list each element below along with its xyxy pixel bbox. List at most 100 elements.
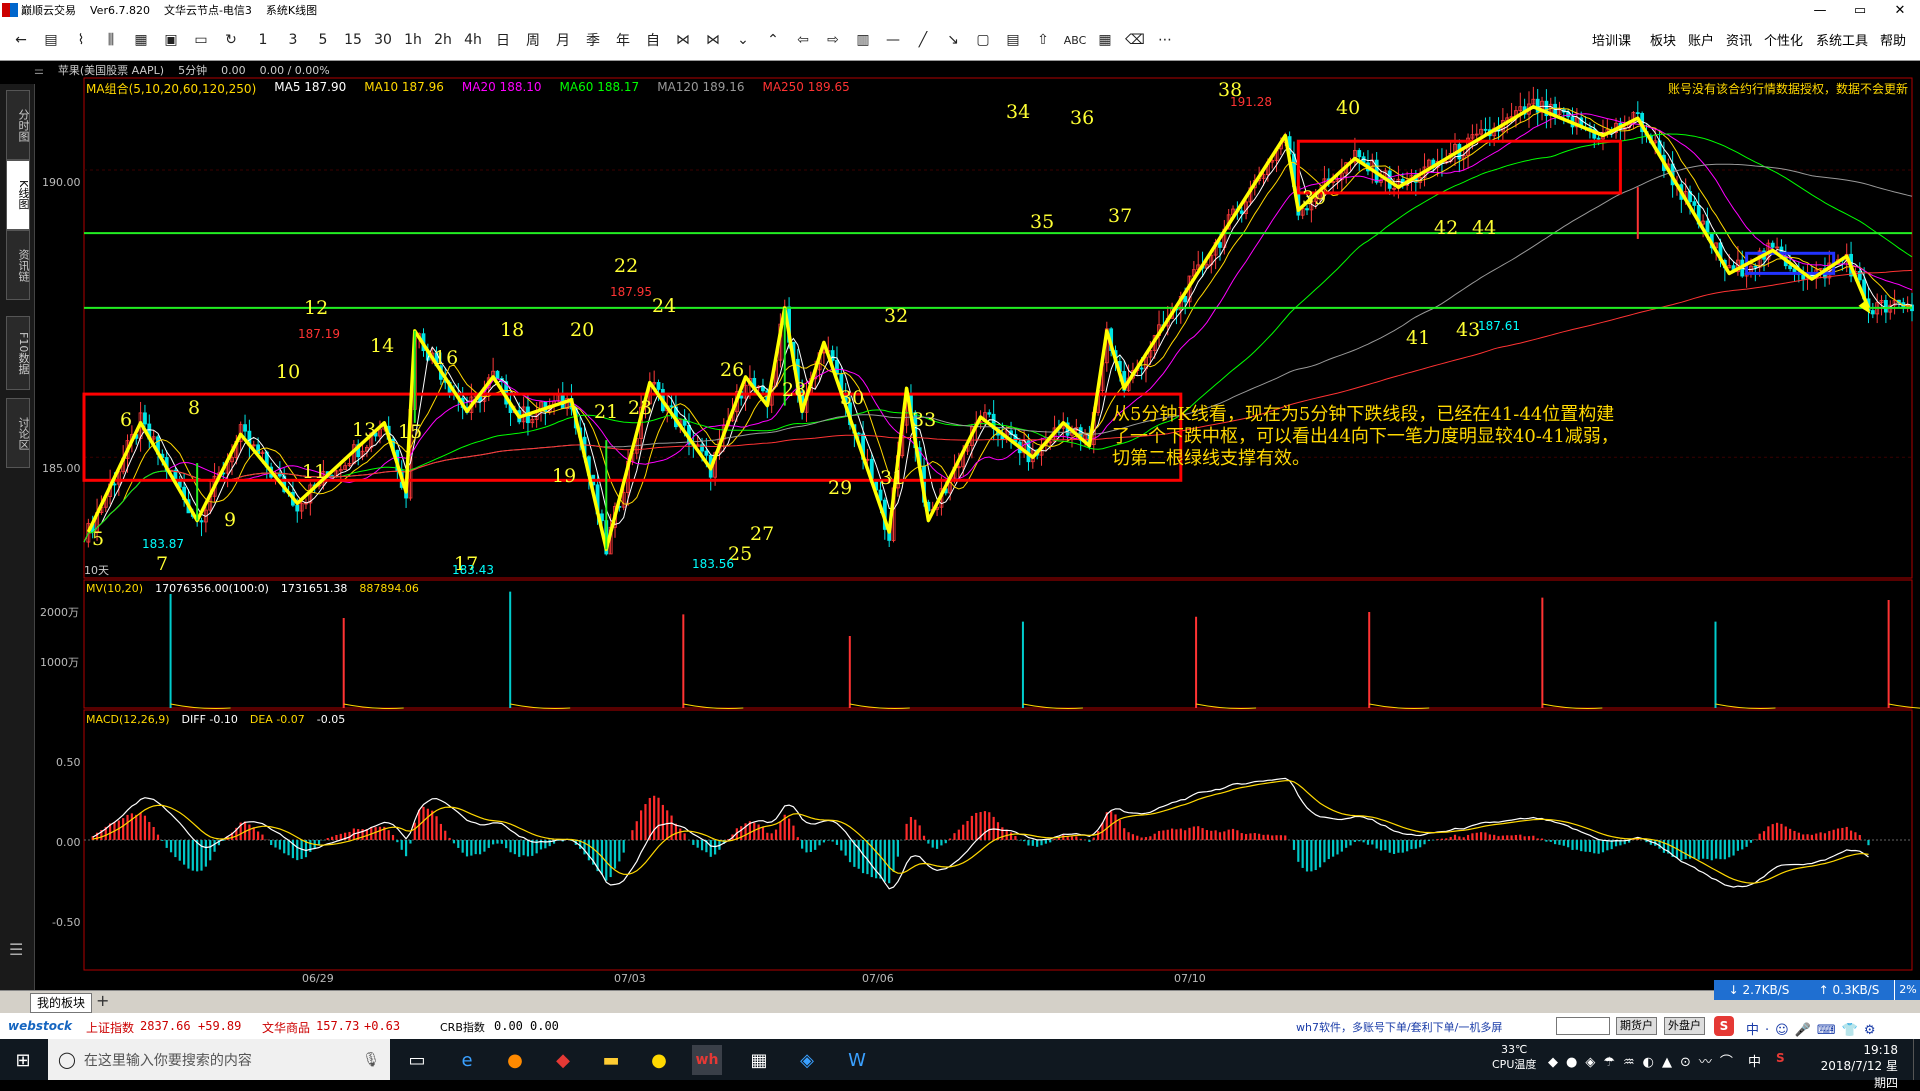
microphone-icon[interactable]: 🎙	[362, 1052, 380, 1068]
stroke-number-label: 21	[594, 401, 618, 423]
stroke-number-label: 41	[1406, 327, 1430, 349]
volume-label[interactable]: MV(10,20)	[86, 582, 143, 595]
app-icon[interactable]: W	[842, 1045, 872, 1075]
moving-average-lines	[83, 105, 1913, 543]
date-tick: 07/03	[614, 972, 646, 985]
extreme-price-label: 183.43	[452, 563, 494, 577]
extreme-price-label: 183.56	[692, 557, 734, 571]
search-placeholder: 在这里输入你要搜索的内容	[83, 1052, 252, 1069]
add-board-button[interactable]: +	[96, 991, 109, 1010]
market-ticker: webstock 上证指数 2837.66 +59.89 文华商品 157.73…	[0, 1013, 1920, 1039]
stroke-number-label: 16	[434, 347, 458, 369]
candle-body	[656, 382, 661, 390]
crb-index-label[interactable]: CRB指数	[440, 1019, 485, 1035]
stroke-number-label: 13	[352, 419, 376, 441]
browser-icon[interactable]: ●	[500, 1045, 530, 1075]
stroke-number-label: 15	[398, 421, 422, 443]
cpu-temp-widget[interactable]: 33℃ CPU温度	[1492, 1043, 1536, 1072]
bi-strokes	[86, 104, 1871, 552]
sogou-tray-icon[interactable]: S	[1776, 1051, 1785, 1065]
wh-index-value: 157.73	[316, 1019, 360, 1033]
annotation-line: 了一个下跌中枢，可以看出44向下一笔力度明显较40-41减弱，	[1112, 426, 1619, 447]
windows-taskbar: ⊞ ◯ 在这里输入你要搜索的内容 🎙 ▭ e ● ◆ ▬ ● wh ▦ ◈ W …	[0, 1039, 1920, 1090]
wh-index-label[interactable]: 文华商品	[262, 1019, 310, 1036]
candle-series	[86, 86, 1914, 556]
kline-chart[interactable]: 5678910111213141516171819202122232425262…	[0, 0, 1920, 1080]
stroke-number-label: 34	[1006, 101, 1030, 123]
stroke-number-label: 12	[304, 297, 328, 319]
edge-icon[interactable]: e	[452, 1045, 482, 1075]
ten-day-label: 10天	[84, 564, 109, 577]
sh-index-label[interactable]: 上证指数	[86, 1019, 134, 1036]
stroke-number-label: 8	[188, 397, 200, 419]
candle-body	[1239, 210, 1244, 214]
extreme-price-label: 191.28	[1230, 95, 1272, 109]
app-icon[interactable]: ◆	[548, 1045, 578, 1075]
code-input[interactable]	[1556, 1017, 1610, 1035]
calculator-app-icon[interactable]: ▦	[744, 1045, 774, 1075]
stroke-number-label: 20	[570, 319, 594, 341]
extreme-price-label: 183.87	[142, 537, 184, 551]
stroke-number-label: 18	[500, 319, 524, 341]
stroke-number-label: 43	[1456, 319, 1480, 341]
clock[interactable]: 19:18 2018/7/12 星期四	[1812, 1043, 1898, 1091]
stroke-number-label: 42	[1434, 217, 1458, 239]
task-view-icon[interactable]: ▭	[402, 1045, 432, 1075]
macd-dea: DEA -0.07	[249, 713, 305, 726]
crb-index-value: 0.00	[494, 1019, 523, 1033]
stroke-number-label: 33	[912, 409, 936, 431]
ime-indicator[interactable]: 中	[1748, 1051, 1761, 1070]
candle-body	[112, 483, 117, 486]
stroke-number-label: 36	[1070, 107, 1094, 129]
promo-link[interactable]: wh7软件，多账号下单/套利下单/一机多屏	[1296, 1019, 1502, 1035]
cpu-temp-label: CPU温度	[1492, 1058, 1537, 1071]
candle-body	[295, 504, 300, 512]
candle-body	[1218, 242, 1222, 248]
stroke-number-label: 19	[552, 465, 576, 487]
stroke-number-label: 14	[370, 335, 394, 357]
stroke-number-label: 44	[1472, 217, 1496, 239]
candle-body	[1635, 112, 1640, 115]
stroke-number-label: 31	[880, 467, 904, 489]
candle-body	[199, 520, 204, 523]
stroke-number-label: 10	[276, 361, 300, 383]
volume-v1: 17076356.00(100:0)	[155, 582, 269, 595]
macd-label[interactable]: MACD(12,26,9)	[86, 713, 170, 726]
stroke-number-label: 29	[828, 477, 852, 499]
show-desktop-button[interactable]	[1913, 1039, 1920, 1080]
taskbar-search[interactable]: ◯ 在这里输入你要搜索的内容 🎙	[48, 1039, 390, 1080]
candle-body	[1870, 310, 1875, 315]
app-icon[interactable]: ◈	[792, 1045, 822, 1075]
volume-v3: 887894.06	[359, 582, 419, 595]
clock-date: 2018/7/12 星期四	[1820, 1059, 1898, 1090]
network-speed-widget: ↓ 2.7KB/S ↑ 0.3KB/S	[1714, 980, 1894, 1000]
system-tray-icons[interactable]: ◆●◈☂♒◐▲⊙〰⌒	[1548, 1051, 1741, 1070]
candle-body	[495, 370, 500, 379]
volume-panel-border	[83, 579, 1913, 709]
annotation-line: 切第二根绿线支撑有效。	[1112, 448, 1310, 469]
volume-v2: 1731651.38	[280, 582, 348, 595]
app-icon[interactable]: ●	[644, 1045, 674, 1075]
macd-value: -0.05	[316, 713, 346, 726]
analysis-annotation: 从5分钟K线看，现在为5分钟下跌线段，已经在41-44位置构建 了一个下跌中枢，…	[1112, 404, 1712, 470]
stroke-number-label: 40	[1336, 97, 1360, 119]
volume-bars	[169, 591, 1920, 709]
clock-time: 19:18	[1863, 1043, 1898, 1057]
macd-panel	[84, 777, 1912, 890]
windows-start-icon[interactable]: ⊞	[8, 1045, 38, 1075]
trading-app-icon[interactable]: wh	[692, 1045, 722, 1075]
foreign-account-button[interactable]: 外盘户	[1664, 1017, 1705, 1035]
cpu-temp: 33℃	[1501, 1043, 1528, 1056]
sogou-ime-icon[interactable]: S	[1714, 1016, 1734, 1036]
ma-line	[83, 105, 1913, 543]
file-explorer-icon[interactable]: ▬	[596, 1045, 626, 1075]
candle-body	[1770, 242, 1775, 248]
futures-account-button[interactable]: 期货户	[1616, 1017, 1657, 1035]
tab-my-board[interactable]: 我的板块	[30, 993, 93, 1013]
ime-toolbar-icons[interactable]: 中·☺🎤⌨👕⚙	[1746, 1019, 1881, 1038]
stroke-number-label: 37	[1108, 205, 1132, 227]
date-tick: 06/29	[302, 972, 334, 985]
extreme-price-label: 187.61	[1478, 319, 1520, 333]
macd-axis-neg050: -0.50	[52, 916, 81, 929]
download-speed: ↓ 2.7KB/S	[1728, 983, 1790, 997]
